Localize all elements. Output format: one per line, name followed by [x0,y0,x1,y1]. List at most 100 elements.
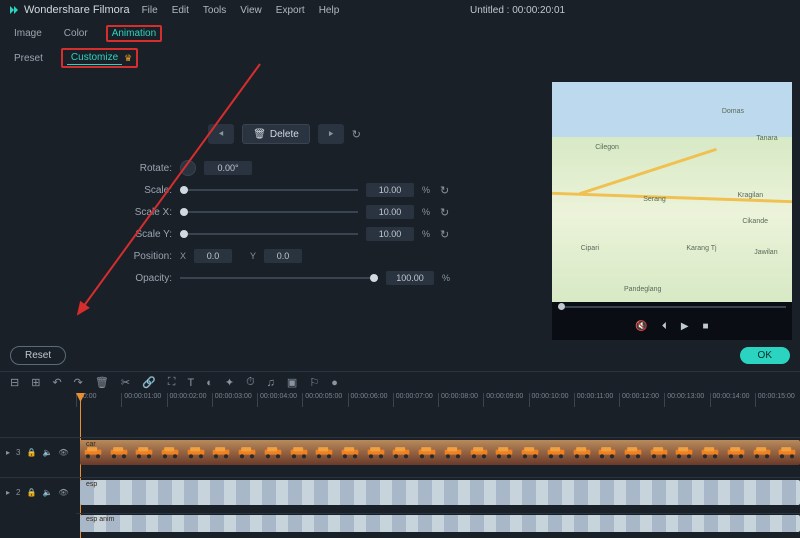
scaley-label: Scale Y: [120,229,172,240]
menu-tools[interactable]: Tools [203,5,226,16]
keyframe-reset-icon[interactable]: ↻ [352,128,364,141]
next-keyframe-button[interactable]: ⯈ [318,124,344,144]
trash-icon: 🗑 [253,129,266,140]
delete-keyframe-button[interactable]: 🗑 Delete [242,124,310,144]
scaley-reset-icon[interactable]: ↻ [440,228,452,241]
track-toggle-icon[interactable]: ▸ [6,488,10,497]
main-area: ⯇ 🗑 Delete ⯈ ↻ Rotate: 0.00° Scale: 10.0… [0,74,800,340]
zoomin-icon[interactable]: ⊞ [31,376,40,389]
opacity-value[interactable]: 100.00 [386,271,434,285]
menu-help[interactable]: Help [319,5,340,16]
undo-icon[interactable]: ↶ [52,376,61,389]
clip-label: car [86,441,96,448]
tab-animation[interactable]: Animation [106,25,162,42]
scalex-row: Scale X: 10.00 % ↻ [120,204,452,220]
scaley-unit: % [422,229,432,239]
inspector-subtabs: Preset Customize ♛ [0,42,800,74]
track-2[interactable]: esp [76,477,800,507]
delete-label: Delete [270,129,299,140]
lock-icon[interactable]: 🔒 [26,488,36,497]
subtab-customize[interactable]: Customize [67,51,122,65]
crop-icon[interactable]: ⛶ [168,376,176,389]
lock-icon[interactable]: 🔒 [26,448,36,457]
cut-icon[interactable]: ✂ [121,376,130,389]
scale-reset-icon[interactable]: ↻ [440,184,452,197]
rotate-knob[interactable] [180,160,196,176]
opacity-label: Opacity: [120,273,172,284]
map-label-tanara: Tanara [756,135,777,142]
timeline-ruler[interactable]: 00:0000:00:01:0000:00:02:0000:00:03:0000… [76,393,800,407]
scale-label: Scale: [120,185,172,196]
scaley-slider[interactable] [180,227,358,241]
track-toggle-icon[interactable]: ▸ [6,448,10,457]
prev-keyframe-button[interactable]: ⯇ [208,124,234,144]
scalex-slider[interactable] [180,205,358,219]
play-icon[interactable]: ▶ [681,321,689,332]
document-title: Untitled : 00:00:20:01 [470,5,565,16]
menu-view[interactable]: View [240,5,262,16]
scalex-label: Scale X: [120,207,172,218]
scale-slider[interactable] [180,183,358,197]
preview-viewport[interactable]: Cilegon Serang Tanara Kragilan Cikande P… [552,82,792,302]
position-row: Position: X 0.0 Y 0.0 [120,248,452,264]
clip-map-2[interactable]: esp anim [80,515,800,532]
opacity-unit: % [442,273,452,283]
zoomout-icon[interactable]: ⊟ [10,376,19,389]
scaley-value[interactable]: 10.00 [366,227,414,241]
subtab-preset[interactable]: Preset [10,52,47,65]
scalex-reset-icon[interactable]: ↻ [440,206,452,219]
clip-map[interactable]: esp [80,480,800,505]
panel-footer: Reset OK [0,340,800,371]
menu-file[interactable]: File [142,5,158,16]
menu-export[interactable]: Export [276,5,305,16]
stop-icon[interactable]: ■ [703,321,709,332]
preview-controls: 🔇 ⏴ ▶ ■ [552,312,792,340]
marker-icon[interactable]: ⚐ [309,376,319,389]
position-label: Position: [120,251,172,262]
position-x-label: X [180,251,186,261]
volume-icon[interactable]: ♫ [267,377,275,389]
reset-button[interactable]: Reset [10,346,66,365]
track-3[interactable]: car [76,437,800,467]
tab-color[interactable]: Color [60,26,92,41]
redo-icon[interactable]: ↷ [74,376,83,389]
preview-scrubber[interactable] [552,302,792,312]
track-2b[interactable]: esp anim [76,513,800,533]
mute-icon[interactable]: 🔈 [42,488,52,497]
map-label-pandeglang: Pandeglang [624,286,661,293]
map-label-karangtj: Karang Tj [686,245,716,252]
speed-icon[interactable]: ⏱ [246,376,255,389]
timeline-toolbar: ⊟ ⊞ ↶ ↷ 🗑 ✂ 🔗 ⛶ T ◐ ✦ ⏱ ♫ ▣ ⚐ ● [0,371,800,393]
scalex-value[interactable]: 10.00 [366,205,414,219]
ok-button[interactable]: OK [740,347,790,364]
eye-icon[interactable]: 👁 [58,488,68,497]
menu-edit[interactable]: Edit [172,5,189,16]
map-label-serang: Serang [643,196,666,203]
link-icon[interactable]: 🔗 [142,376,156,389]
clip-label: esp [86,481,97,488]
trash-icon[interactable]: 🗑 [95,376,109,389]
position-y-value[interactable]: 0.0 [264,249,302,263]
position-x-value[interactable]: 0.0 [194,249,232,263]
menu-items: File Edit Tools View Export Help [142,5,340,16]
text-icon[interactable]: T [187,377,194,389]
mute-icon[interactable]: 🔈 [42,448,52,457]
rotate-value[interactable]: 0.00° [204,161,252,175]
render-icon[interactable]: ▣ [287,376,297,389]
mute-icon[interactable]: 🔇 [635,321,647,332]
position-y-label: Y [250,251,256,261]
track-head-3: ▸ 3 🔒 🔈 👁 [0,437,76,467]
map-label-domas: Domas [722,108,744,115]
step-back-icon[interactable]: ⏴ [662,321,667,332]
opacity-row: Opacity: 100.00 % [120,270,452,286]
opacity-slider[interactable] [180,271,378,285]
clip-car[interactable]: car [80,440,800,465]
tab-image[interactable]: Image [10,26,46,41]
map-label-cipari: Cipari [581,245,599,252]
color-icon[interactable]: ◐ [206,377,213,389]
scale-value[interactable]: 10.00 [366,183,414,197]
scale-row: Scale: 10.00 % ↻ [120,182,452,198]
eye-icon[interactable]: 👁 [58,448,68,457]
effects-icon[interactable]: ✦ [225,376,234,389]
record-icon[interactable]: ● [331,377,338,389]
